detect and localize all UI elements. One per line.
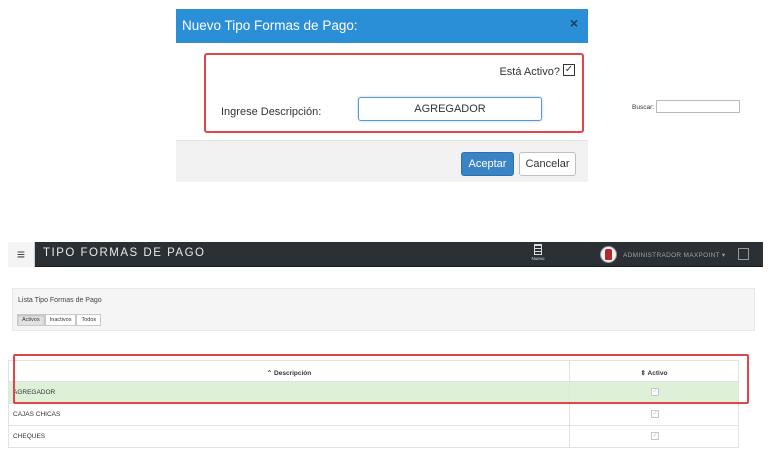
sort-descripcion[interactable]: ⌃ Descripción — [9, 369, 569, 377]
list-header: Lista Tipo Formas de Pago Activos Inacti… — [12, 288, 755, 331]
hamburger-menu-icon[interactable]: ≡ — [8, 242, 35, 267]
close-icon[interactable]: × — [570, 15, 578, 31]
cell-descripcion: CHEQUES — [8, 426, 570, 447]
row-descripcion: AGREGADOR — [13, 389, 56, 396]
search-label: Buscar: — [632, 104, 655, 111]
cell-descripcion: CAJAS CHICAS — [8, 404, 570, 425]
aceptar-button[interactable]: Aceptar — [461, 152, 514, 176]
panel-toggle-icon[interactable] — [738, 248, 749, 260]
header-cell-activo: ⇕ Activo — [570, 361, 739, 381]
filter-button-group: Activos Inactivos Todos — [17, 314, 102, 326]
nuevo-label: Nuevo — [531, 256, 545, 261]
cell-activo: ✓ — [570, 404, 739, 425]
cell-activo: ✓ — [570, 426, 739, 447]
row-descripcion: CHEQUES — [13, 433, 46, 440]
user-avatar-icon[interactable] — [600, 246, 617, 263]
list-title: Lista Tipo Formas de Pago — [18, 297, 102, 304]
table-header-row: ⌃ Descripción ⇕ Activo — [8, 360, 739, 382]
cancelar-button[interactable]: Cancelar — [519, 152, 576, 176]
descripcion-input[interactable] — [358, 97, 542, 121]
row-descripcion: CAJAS CHICAS — [13, 411, 61, 418]
activo-checkbox[interactable]: ✓ — [563, 64, 575, 76]
descripcion-label: Ingrese Descripción: — [221, 106, 322, 118]
nuevo-tipo-modal: Nuevo Tipo Formas de Pago: × Está Activo… — [176, 9, 588, 182]
formas-pago-table: ⌃ Descripción ⇕ Activo AGREGADOR ✓ CAJAS… — [8, 360, 739, 448]
activo-checkbox: ✓ — [651, 432, 659, 440]
modal-form-box: Está Activo? ✓ Ingrese Descripción: — [204, 53, 584, 133]
sort-activo[interactable]: ⇕ Activo — [570, 369, 738, 377]
table-row[interactable]: CAJAS CHICAS ✓ — [8, 404, 739, 426]
filter-inactivos-button[interactable]: Inactivos — [44, 314, 77, 326]
activo-label: Está Activo? — [499, 66, 560, 78]
activo-checkbox: ✓ — [651, 388, 659, 396]
avatar-figure — [605, 249, 612, 260]
user-menu[interactable]: ADMINISTRADOR MAXPOINT ▾ — [623, 251, 725, 259]
activo-checkbox: ✓ — [651, 410, 659, 418]
table-row[interactable]: AGREGADOR ✓ — [8, 382, 739, 404]
modal-title: Nuevo Tipo Formas de Pago: — [182, 18, 358, 33]
search-input[interactable] — [656, 100, 740, 113]
document-icon — [534, 244, 542, 255]
modal-header: Nuevo Tipo Formas de Pago: × — [176, 9, 588, 43]
top-navbar: ≡ TIPO FORMAS DE PAGO Nuevo ADMINISTRADO… — [8, 242, 763, 267]
filter-activos-button[interactable]: Activos — [17, 314, 45, 326]
nuevo-button[interactable]: Nuevo — [530, 244, 546, 261]
header-cell-descripcion: ⌃ Descripción — [8, 361, 570, 381]
table-row[interactable]: CHEQUES ✓ — [8, 426, 739, 448]
cell-activo: ✓ — [570, 382, 739, 403]
cell-descripcion: AGREGADOR — [8, 382, 570, 403]
modal-footer: Aceptar Cancelar — [176, 140, 588, 182]
filter-todos-button[interactable]: Todos — [76, 314, 102, 326]
page-title: TIPO FORMAS DE PAGO — [43, 247, 206, 259]
